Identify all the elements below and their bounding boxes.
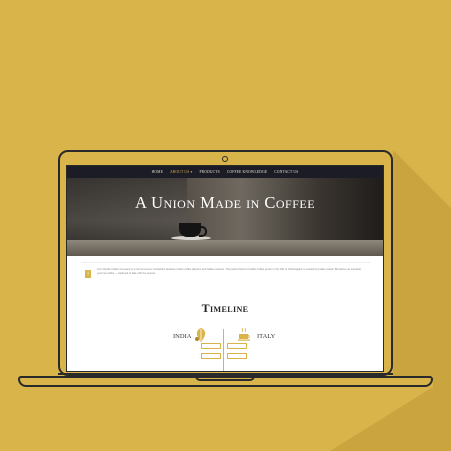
nav-item-contact-us[interactable]: Contact Us <box>274 170 298 174</box>
nav-item-home[interactable]: Home <box>152 170 163 174</box>
coffee-cup-image <box>179 223 201 237</box>
intro-badge: i <box>85 270 91 278</box>
timeline-label-italy: ITALY <box>257 333 276 340</box>
coffee-leaf-icon <box>195 328 206 342</box>
timeline-entry[interactable] <box>227 353 247 359</box>
section-divider <box>81 262 371 263</box>
hero-title: A Union Made in Coffee <box>134 193 316 212</box>
nav-item-about-us[interactable]: About Us ▾ <box>170 170 193 174</box>
timeline-entry[interactable] <box>201 343 221 349</box>
top-navigation: Home About Us ▾ Products Coffee Knowledg… <box>67 166 383 178</box>
timeline-label-india: INDIA <box>173 333 192 340</box>
counter-image <box>67 240 383 256</box>
website-screen: Home About Us ▾ Products Coffee Knowledg… <box>66 165 384 372</box>
timeline-line <box>223 329 224 371</box>
hero-banner: A Union Made in Coffee <box>67 178 383 256</box>
nav-item-products[interactable]: Products <box>199 170 219 174</box>
cup-handle-image <box>199 226 207 237</box>
timeline-entry[interactable] <box>201 353 221 359</box>
nav-item-coffee-knowledge[interactable]: Coffee Knowledge <box>227 170 267 174</box>
coffee-cup-icon <box>238 327 250 341</box>
timeline-entry[interactable] <box>227 343 247 349</box>
laptop-trackpad-notch <box>195 376 255 381</box>
camera-icon <box>222 156 228 162</box>
timeline-title: Timeline <box>201 301 249 315</box>
intro-section: i Arun Nestle Coffee Company is a 'lemon… <box>85 268 370 284</box>
intro-text: Arun Nestle Coffee Company is a 'lemon-t… <box>97 268 362 275</box>
